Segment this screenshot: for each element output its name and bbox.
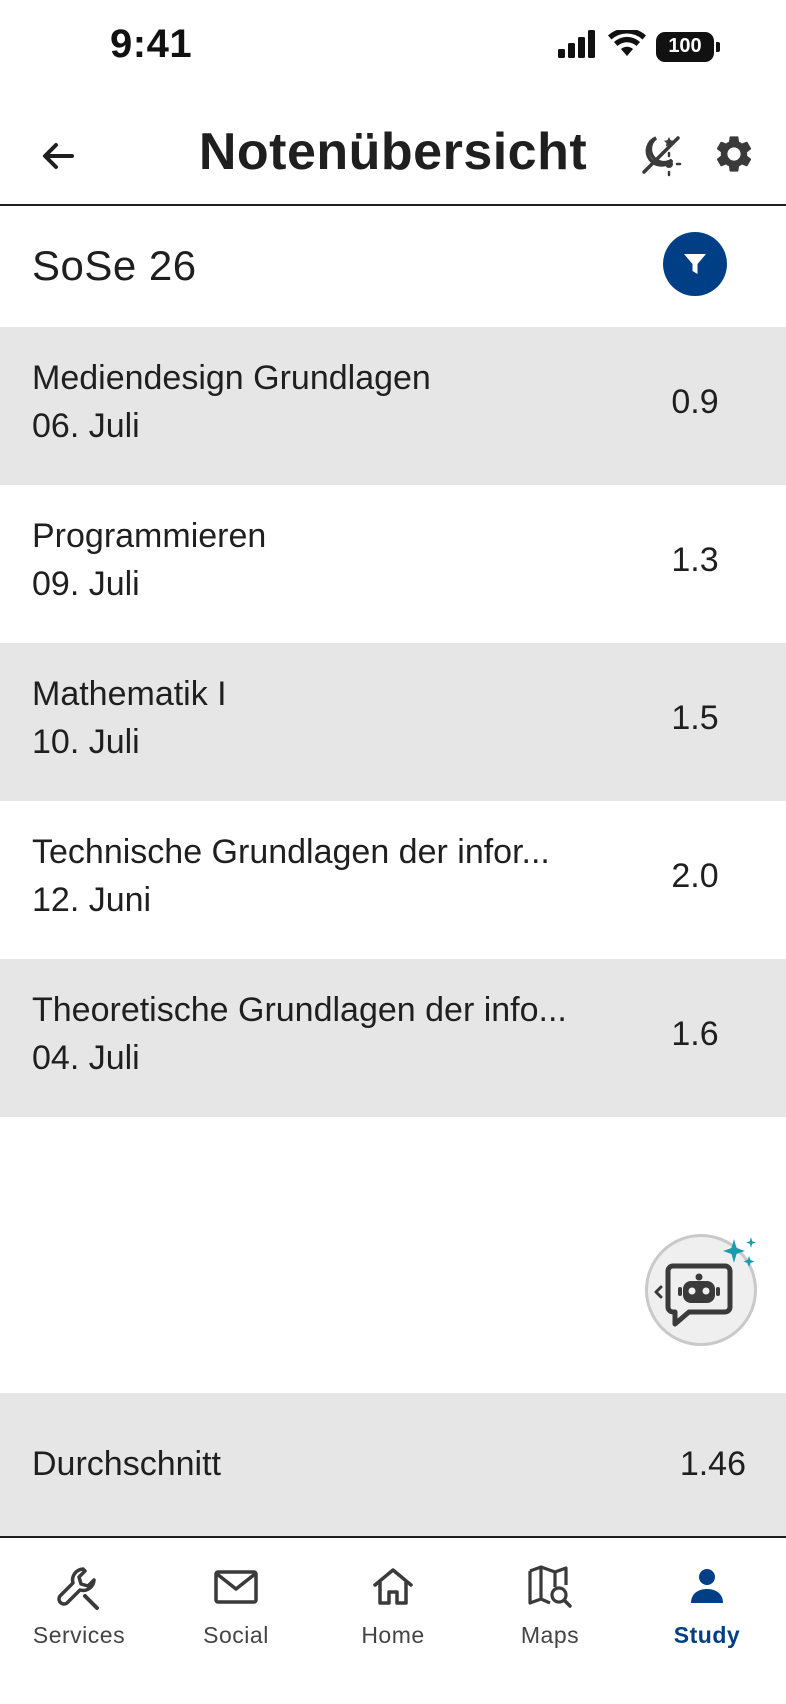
- nav-item-social[interactable]: Social: [166, 1562, 306, 1672]
- course-date: 06. Juli: [32, 407, 140, 445]
- theme-auto-icon: [642, 136, 682, 177]
- nav-label: Services: [32, 1622, 126, 1648]
- person-icon: [682, 1562, 732, 1612]
- course-date: 09. Juli: [32, 565, 140, 603]
- chatbot-button[interactable]: [645, 1234, 757, 1346]
- chatbot-icon: [654, 1237, 756, 1327]
- bottom-nav: Services Social Home Maps Study: [0, 1538, 786, 1704]
- grade-row[interactable]: Programmieren 09. Juli 1.3: [0, 485, 786, 643]
- settings-button[interactable]: [706, 126, 762, 182]
- status-time: 9:41: [110, 22, 193, 66]
- wrench-icon: [54, 1562, 104, 1612]
- course-grade: 1.5: [671, 699, 719, 737]
- mail-icon: [211, 1562, 261, 1612]
- course-name: Programmieren: [32, 517, 267, 555]
- nav-label: Study: [673, 1622, 741, 1648]
- course-date: 12. Juni: [32, 881, 152, 919]
- battery-icon: 100: [656, 31, 720, 62]
- nav-item-home[interactable]: Home: [323, 1562, 463, 1672]
- course-name: Technische Grundlagen der infor...: [32, 833, 550, 871]
- course-date: 10. Juli: [32, 723, 140, 761]
- nav-label: Social: [203, 1622, 269, 1648]
- nav-item-study[interactable]: Study: [637, 1562, 777, 1672]
- nav-item-services[interactable]: Services: [9, 1562, 149, 1672]
- average-bar: Durchschnitt 1.46: [0, 1393, 786, 1538]
- grade-row[interactable]: Mathematik I 10. Juli 1.5: [0, 643, 786, 801]
- filter-button[interactable]: [663, 232, 727, 296]
- grade-list: Mediendesign Grundlagen 06. Juli 0.9 Pro…: [0, 327, 786, 1117]
- grade-row[interactable]: Technische Grundlagen der infor... 12. J…: [0, 801, 786, 959]
- gear-icon: [716, 136, 752, 172]
- filter-icon: [684, 254, 706, 274]
- average-label: Durchschnitt: [32, 1445, 221, 1483]
- grade-row[interactable]: Mediendesign Grundlagen 06. Juli 0.9: [0, 327, 786, 485]
- home-icon: [368, 1562, 418, 1612]
- average-value: 1.46: [679, 1445, 746, 1483]
- status-bar: 9:41 100: [0, 0, 786, 96]
- course-grade: 1.6: [671, 1015, 719, 1053]
- nav-label: Maps: [520, 1622, 580, 1648]
- course-grade: 0.9: [671, 383, 719, 421]
- semester-label: SoSe 26: [32, 242, 197, 289]
- map-search-icon: [525, 1562, 575, 1612]
- nav-item-maps[interactable]: Maps: [480, 1562, 620, 1672]
- app-header: Notenübersicht: [0, 96, 786, 206]
- course-name: Mathematik I: [32, 675, 227, 713]
- course-name: Mediendesign Grundlagen: [32, 359, 431, 397]
- status-icons: 100: [558, 28, 720, 63]
- grade-row[interactable]: Theoretische Grundlagen der info... 04. …: [0, 959, 786, 1117]
- course-grade: 2.0: [671, 857, 719, 895]
- course-grade: 1.3: [671, 541, 719, 579]
- wifi-icon: [608, 28, 646, 63]
- nav-label: Home: [361, 1622, 425, 1648]
- theme-toggle-button[interactable]: [632, 126, 688, 182]
- course-name: Theoretische Grundlagen der info...: [32, 991, 567, 1029]
- course-date: 04. Juli: [32, 1039, 140, 1077]
- signal-icon: [558, 30, 598, 63]
